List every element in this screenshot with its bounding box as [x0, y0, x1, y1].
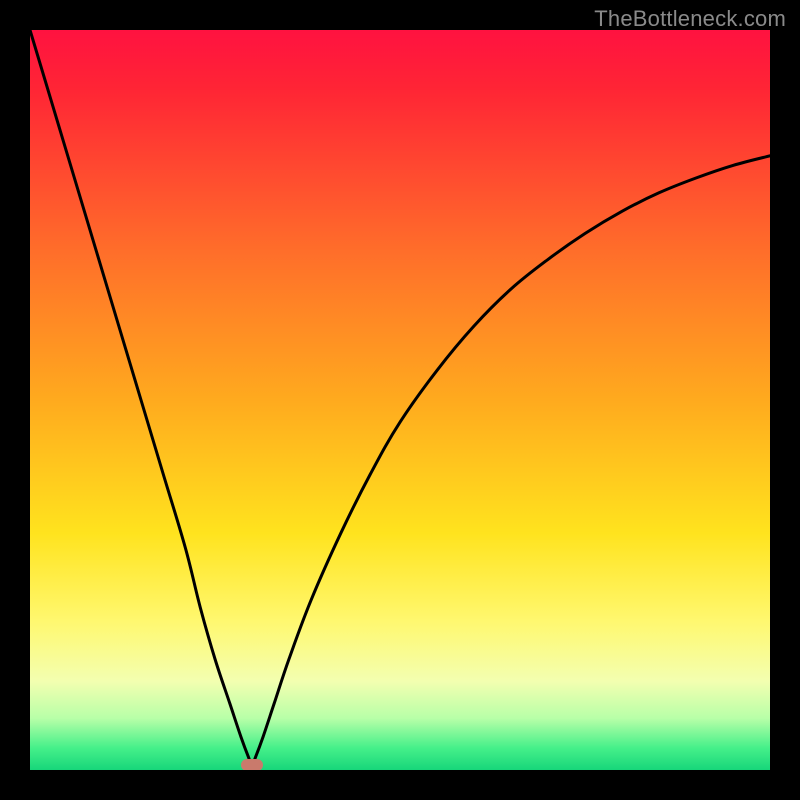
curve-layer [30, 30, 770, 770]
plot-area [30, 30, 770, 770]
optimal-point-marker [241, 759, 263, 770]
bottleneck-curve [30, 30, 770, 765]
watermark-text: TheBottleneck.com [594, 6, 786, 32]
chart-frame: TheBottleneck.com [0, 0, 800, 800]
